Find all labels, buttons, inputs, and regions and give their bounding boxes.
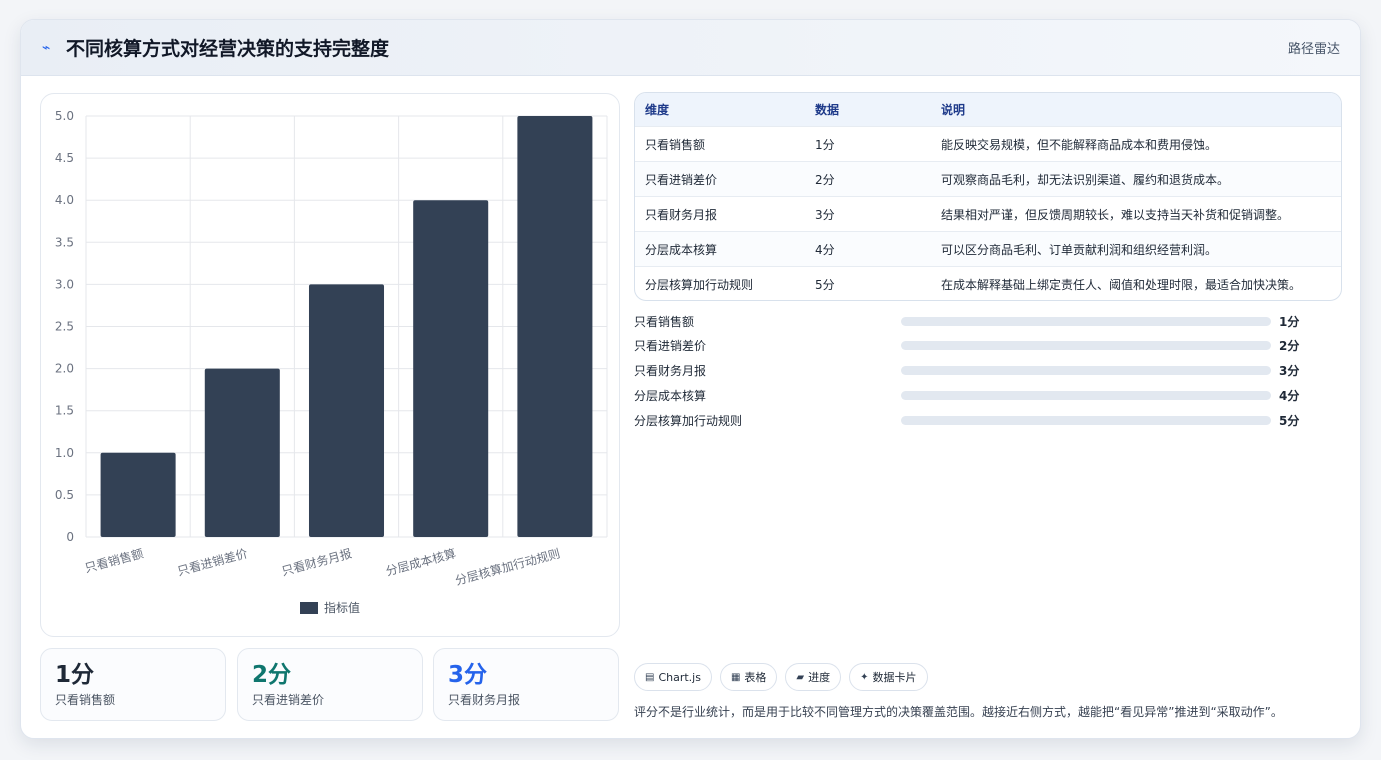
legend-label: 指标值 <box>324 600 360 615</box>
chart-bar <box>308 284 385 537</box>
chart-icon: ▤ <box>645 671 655 683</box>
page-title: 不同核算方式对经营决策的支持完整度 <box>66 38 390 60</box>
progress-label: 只看财务月报 <box>634 363 707 378</box>
stat-number: 2分 <box>252 662 292 688</box>
stat-number: 1分 <box>55 662 95 688</box>
progress-icon: ▰ <box>796 671 805 683</box>
bar-chart-panel: 0 0.5 1.0 1.5 2.0 2.5 3.0 3.5 4.0 4.5 5.0 只看销售额 只看进销… <box>40 93 620 637</box>
table-row: 只看销售额 1分 能反映交易规模，但不能解释商品成本和费用侵蚀。 <box>635 126 1341 161</box>
table-cell: 4分 <box>815 242 835 257</box>
stat-card: 1分 只看销售额 <box>40 648 226 721</box>
table-row: 只看财务月报 3分 结果相对严谨，但反馈周期较长，难以支持当天补货和促销调整。 <box>635 196 1341 231</box>
table-header-row: 维度 数据 说明 <box>635 93 1341 126</box>
y-tick-label: 3.5 <box>55 235 74 249</box>
stat-card: 2分 只看进销差价 <box>237 648 423 721</box>
table-cell: 3分 <box>815 207 835 222</box>
chart-bar <box>100 452 176 537</box>
table-cell: 结果相对严谨，但反馈周期较长，难以支持当天补货和促销调整。 <box>941 207 1290 222</box>
y-tick-label: 2.0 <box>55 362 74 376</box>
table-cell: 1分 <box>815 137 835 152</box>
table-row: 只看进销差价 2分 可观察商品毛利，却无法识别渠道、履约和退货成本。 <box>635 161 1341 196</box>
progress-label: 只看进销差价 <box>634 338 707 353</box>
table-header-cell: 说明 <box>941 103 966 117</box>
chart-bar <box>517 116 593 537</box>
chip-chartjs[interactable]: ▤ Chart.js <box>634 663 712 691</box>
stat-number: 3分 <box>448 662 488 688</box>
y-tick-label: 1.0 <box>55 446 74 460</box>
chip-label: 表格 <box>744 671 767 684</box>
progress-value: 4分 <box>1279 388 1300 403</box>
x-tick-label: 只看进销差价 <box>176 546 249 578</box>
footnote: 评分不是行业统计，而是用于比较不同管理方式的决策覆盖范围。越接近右侧方式，越能把… <box>634 705 1283 719</box>
table-cell: 5分 <box>815 277 835 292</box>
table-cell: 在成本解释基础上绑定责任人、阈值和处理时限，最适合加快决策。 <box>941 277 1302 292</box>
y-tick-label: 4.0 <box>55 193 74 207</box>
chip-progress[interactable]: ▰ 进度 <box>785 663 842 691</box>
y-tick-label: 5.0 <box>55 109 74 123</box>
x-tick-label: 分层成本核算 <box>384 545 457 578</box>
table-header-cell: 数据 <box>815 103 840 117</box>
x-tick-label: 只看销售额 <box>83 545 145 575</box>
progress-track <box>901 340 1271 350</box>
stat-label: 只看进销差价 <box>252 693 325 707</box>
progress-label: 只看销售额 <box>634 314 695 329</box>
stat-card: 3分 只看财务月报 <box>433 648 619 721</box>
table-cell: 分层核算加行动规则 <box>645 277 754 292</box>
stat-label: 只看财务月报 <box>448 693 521 707</box>
header-tag: 路径雷达 <box>1287 42 1340 57</box>
stat-label: 只看销售额 <box>55 693 116 707</box>
x-tick-label: 只看财务月报 <box>280 545 353 578</box>
chip-label: 进度 <box>808 671 831 684</box>
table-cell: 只看进销差价 <box>645 172 718 187</box>
progress-value: 1分 <box>1279 314 1300 329</box>
y-tick-label: 3.0 <box>55 277 74 291</box>
progress-value: 2分 <box>1279 338 1300 353</box>
table-cell: 可观察商品毛利，却无法识别渠道、履约和退货成本。 <box>941 172 1230 187</box>
progress-row: 只看销售额 1分 <box>634 311 1314 331</box>
chip-table[interactable]: ▦ 表格 <box>719 663 778 691</box>
tech-chips: ▤ Chart.js ▦ 表格 ▰ 进度 ✦ 数据卡片 <box>634 663 928 691</box>
table-cell: 能反映交易规模，但不能解释商品成本和费用侵蚀。 <box>941 137 1218 152</box>
progress-track <box>901 415 1271 425</box>
y-tick-label: 0.5 <box>55 488 74 502</box>
y-tick-label: 2.5 <box>55 320 74 334</box>
progress-track <box>901 365 1271 375</box>
header-bar: ⌁ 不同核算方式对经营决策的支持完整度 路径雷达 <box>21 20 1360 76</box>
progress-track <box>901 316 1271 326</box>
chip-data-card[interactable]: ✦ 数据卡片 <box>849 663 928 691</box>
progress-track <box>901 390 1271 400</box>
table-icon: ▦ <box>730 671 741 683</box>
y-tick-label: 0 <box>66 530 74 544</box>
progress-label: 分层成本核算 <box>634 388 707 403</box>
table-row: 分层核算加行动规则 5分 在成本解释基础上绑定责任人、阈值和处理时限，最适合加快… <box>635 266 1341 300</box>
dashboard-card: ⌁ 不同核算方式对经营决策的支持完整度 路径雷达 0 0.5 1.0 1.5 2.0 2.… <box>20 19 1361 739</box>
sparkle-icon: ✦ <box>860 671 869 683</box>
progress-row: 只看财务月报 3分 <box>634 360 1314 380</box>
chart-bar <box>204 368 280 537</box>
table-cell: 只看财务月报 <box>645 207 718 222</box>
bar-chart: 0 0.5 1.0 1.5 2.0 2.5 3.0 3.5 4.0 4.5 5.0 只看销售额 只看进销… <box>55 109 608 615</box>
table-cell: 只看销售额 <box>645 137 706 152</box>
progress-row: 分层成本核算 4分 <box>634 385 1314 405</box>
y-tick-label: 4.5 <box>55 151 74 165</box>
pulse-icon: ⌁ <box>42 39 51 56</box>
progress-row: 只看进销差价 2分 <box>634 335 1314 355</box>
table-cell: 可以区分商品毛利、订单贡献利润和组织经营利润。 <box>941 242 1218 257</box>
table-row: 分层成本核算 4分 可以区分商品毛利、订单贡献利润和组织经营利润。 <box>635 231 1341 266</box>
legend-swatch <box>300 602 318 614</box>
y-tick-label: 1.5 <box>55 404 74 418</box>
table-cell: 2分 <box>815 172 835 187</box>
progress-value: 3分 <box>1279 363 1300 378</box>
data-table: 维度 数据 说明 只看销售额 1分 能反映交易规模，但不能解释商品成本和费用侵蚀… <box>634 92 1342 301</box>
chip-label: 数据卡片 <box>872 671 917 684</box>
progress-label: 分层核算加行动规则 <box>634 413 743 428</box>
table-cell: 分层成本核算 <box>645 242 718 257</box>
chip-label: Chart.js <box>658 670 701 684</box>
chart-bar <box>413 200 489 537</box>
progress-value: 5分 <box>1279 413 1300 428</box>
x-tick-label: 分层核算加行动规则 <box>453 545 561 587</box>
table-header-cell: 维度 <box>645 103 670 117</box>
progress-row: 分层核算加行动规则 5分 <box>634 410 1314 430</box>
